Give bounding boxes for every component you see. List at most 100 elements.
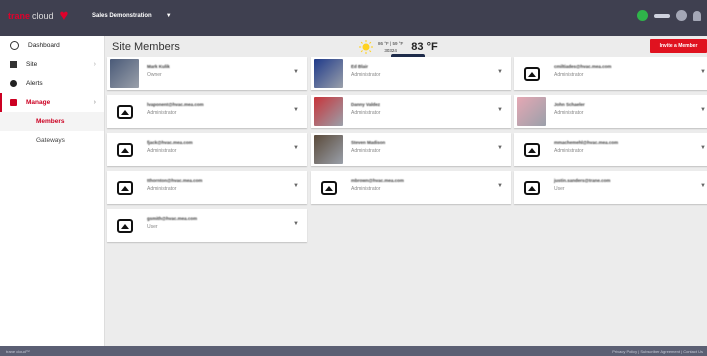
- member-card[interactable]: Steven Madison Administrator ▼: [311, 133, 511, 166]
- building-icon: [10, 61, 17, 68]
- chevron-down-icon[interactable]: ▼: [700, 145, 706, 151]
- chevron-down-icon[interactable]: ▼: [497, 69, 503, 75]
- member-card[interactable]: Danny Valdez Administrator ▼: [311, 95, 511, 128]
- sidebar-subitem-members[interactable]: Members: [0, 112, 104, 131]
- member-name: Steven Madison: [351, 140, 386, 145]
- member-role: Administrator: [147, 148, 177, 154]
- brand-text: trane: [8, 11, 31, 21]
- chevron-right-icon: ›: [93, 99, 96, 106]
- image-placeholder-icon: [110, 173, 139, 202]
- member-role: Administrator: [147, 110, 177, 116]
- bell-icon[interactable]: [693, 10, 701, 21]
- member-card[interactable]: gsmith@hvac.mea.com User ▼: [107, 209, 307, 242]
- member-avatar: [314, 97, 343, 126]
- image-placeholder-icon: [517, 59, 546, 88]
- member-role: Administrator: [351, 72, 381, 78]
- trane-cloud-logo[interactable]: trane cloud ♥: [8, 7, 69, 24]
- alert-icon: [10, 80, 17, 87]
- user-name[interactable]: [654, 13, 670, 18]
- image-placeholder-icon: [517, 173, 546, 202]
- footer: trane cloud™ Privacy Policy | Subscriber…: [0, 346, 707, 356]
- chevron-down-icon[interactable]: ▼: [700, 107, 706, 113]
- sidebar: Dashboard Site › Alerts Manage › Members…: [0, 36, 105, 346]
- member-role: Owner: [147, 72, 162, 78]
- heart-icon: ♥: [59, 7, 69, 24]
- member-name: lvaponent@hvac.mea.com: [147, 102, 204, 107]
- invite-member-button[interactable]: Invite a Member: [650, 39, 707, 53]
- chevron-right-icon: ›: [93, 61, 96, 68]
- image-placeholder-icon: [517, 135, 546, 164]
- member-role: Administrator: [147, 186, 177, 192]
- chevron-down-icon[interactable]: ▼: [497, 107, 503, 113]
- weather-high-low: 86 °F | 59 °F: [378, 41, 404, 46]
- sidebar-item-label: Dashboard: [28, 42, 60, 49]
- sidebar-item-manage[interactable]: Manage ›: [0, 93, 104, 112]
- member-name: Danny Valdez: [351, 102, 381, 107]
- chevron-down-icon[interactable]: ▼: [293, 221, 299, 227]
- chevron-down-icon[interactable]: ▼: [293, 69, 299, 75]
- top-right-icons: [637, 10, 701, 21]
- member-role: Administrator: [554, 110, 584, 116]
- sidebar-item-label: Alerts: [26, 80, 43, 87]
- weather-zip: 30324: [384, 48, 397, 53]
- member-role: Administrator: [351, 186, 381, 192]
- sidebar-item-dashboard[interactable]: Dashboard: [0, 36, 104, 55]
- sidebar-subitem-gateways[interactable]: Gateways: [0, 131, 104, 150]
- chevron-down-icon[interactable]: ▼: [497, 145, 503, 151]
- main-content: Site Members 86 °F | 59 °F 30324 83 °F I…: [104, 36, 707, 346]
- member-name: tthornton@hvac.mea.com: [147, 178, 203, 183]
- sidebar-item-site[interactable]: Site ›: [0, 55, 104, 74]
- member-name: John Schaeler: [554, 102, 585, 107]
- member-card[interactable]: John Schaeler Administrator ▼: [514, 95, 707, 128]
- member-role: Administrator: [554, 148, 584, 154]
- member-card[interactable]: tthornton@hvac.mea.com Administrator ▼: [107, 171, 307, 204]
- sidebar-subitem-label: Members: [36, 118, 65, 125]
- globe-icon[interactable]: [637, 10, 648, 21]
- weather-current-temp: 83 °F: [411, 41, 438, 53]
- image-placeholder-icon: [110, 135, 139, 164]
- chevron-down-icon[interactable]: ▼: [700, 69, 706, 75]
- footer-brand: trane cloud™: [6, 349, 30, 354]
- member-card[interactable]: mmachemehl@hvac.mea.com Administrator ▼: [514, 133, 707, 166]
- member-name: fjack@hvac.mea.com: [147, 140, 193, 145]
- sidebar-item-label: Site: [26, 61, 38, 68]
- member-avatar: [314, 135, 343, 164]
- member-name: mbrown@hvac.mea.com: [351, 178, 404, 183]
- site-selector[interactable]: Sales Demonstration ▼: [92, 13, 172, 19]
- member-name: cmiltiades@hvac.mea.com: [554, 64, 612, 69]
- footer-links[interactable]: Privacy Policy | Subscriber Agreement | …: [612, 349, 703, 354]
- account-icon[interactable]: [676, 10, 687, 21]
- member-card[interactable]: lvaponent@hvac.mea.com Administrator ▼: [107, 95, 307, 128]
- chevron-down-icon[interactable]: ▼: [293, 183, 299, 189]
- member-name: Ed Blair: [351, 64, 369, 69]
- member-avatar: [517, 97, 546, 126]
- sidebar-item-label: Manage: [26, 99, 51, 106]
- chevron-down-icon[interactable]: ▼: [293, 145, 299, 151]
- dashboard-icon: [10, 41, 19, 50]
- member-card[interactable]: cmiltiades@hvac.mea.com Administrator ▼: [514, 57, 707, 90]
- sun-icon: [359, 40, 373, 54]
- weather-forecast: 86 °F | 59 °F 30324: [378, 40, 403, 54]
- chevron-down-icon[interactable]: ▼: [700, 183, 706, 189]
- member-card[interactable]: mbrown@hvac.mea.com Administrator ▼: [311, 171, 511, 204]
- image-placeholder-icon: [110, 211, 139, 240]
- member-role: User: [147, 224, 158, 230]
- weather-widget: 86 °F | 59 °F 30324 83 °F: [359, 40, 438, 54]
- member-name: mmachemehl@hvac.mea.com: [554, 140, 619, 145]
- chevron-down-icon[interactable]: ▼: [293, 107, 299, 113]
- member-name: gsmith@hvac.mea.com: [147, 216, 198, 221]
- member-card[interactable]: fjack@hvac.mea.com Administrator ▼: [107, 133, 307, 166]
- member-card[interactable]: justin.sanders@trane.com User ▼: [514, 171, 707, 204]
- member-name: justin.sanders@trane.com: [554, 178, 611, 183]
- image-placeholder-icon: [314, 173, 343, 202]
- member-role: Administrator: [351, 110, 381, 116]
- chevron-down-icon[interactable]: ▼: [497, 183, 503, 189]
- member-card[interactable]: Mark Kulik Owner ▼: [107, 57, 307, 90]
- top-bar: trane cloud ♥ Sales Demonstration ▼: [0, 0, 707, 36]
- member-card[interactable]: Ed Blair Administrator ▼: [311, 57, 511, 90]
- cloud-text: cloud: [32, 11, 54, 21]
- sidebar-item-alerts[interactable]: Alerts: [0, 74, 104, 93]
- sidebar-subitem-label: Gateways: [36, 137, 65, 144]
- member-avatar: [314, 59, 343, 88]
- member-role: User: [554, 186, 565, 192]
